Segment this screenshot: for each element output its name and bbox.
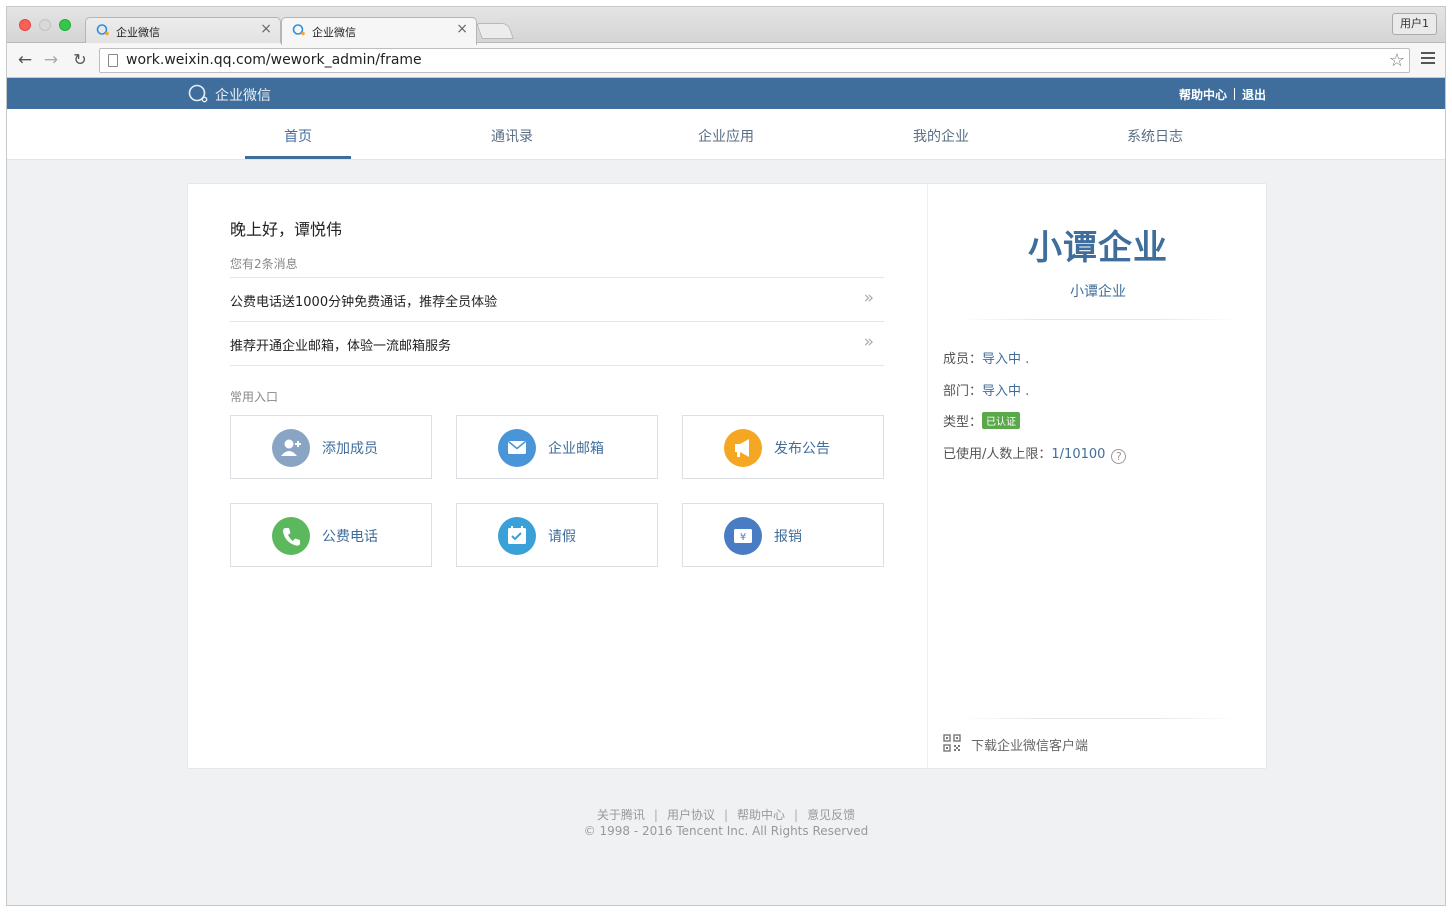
divider [958,718,1238,719]
browser-tab-1[interactable]: 企业微信 × [85,17,281,44]
greeting-text: 晚上好，谭悦伟 [230,220,343,239]
page-icon [108,54,118,67]
mail-icon [498,429,536,467]
calendar-icon [498,517,536,555]
footer-links: 关于腾讯 | 用户协议 | 帮助中心 | 意见反馈 [7,806,1445,823]
company-mail-button[interactable]: 企业邮箱 [456,415,658,479]
tab-system-log[interactable]: 系统日志 [1127,126,1183,146]
tab-close-icon[interactable]: × [456,21,468,37]
url-text[interactable]: work.weixin.qq.com/wework_admin/frame [126,52,422,68]
download-text: 下载企业微信客户端 [971,739,1089,754]
double-chevron-right-icon: » [863,332,874,352]
tab-title: 企业微信 [312,26,356,39]
publish-announcement-button[interactable]: 发布公告 [682,415,884,479]
double-chevron-right-icon: » [863,288,874,308]
close-window-button[interactable] [19,19,31,31]
message-count: 您有2条消息 [230,257,298,271]
tile-label: 公费电话 [322,529,378,545]
bookmark-star-icon[interactable]: ☆ [1389,50,1405,71]
tile-label: 报销 [774,529,802,545]
tab-close-icon[interactable]: × [260,21,272,37]
type-row: 类型： 已认证 [943,411,1021,430]
add-member-icon [272,429,310,467]
wework-favicon-icon [96,24,109,36]
company-name-small: 小谭企业 [1070,284,1126,300]
browser-menu-icon[interactable] [1421,52,1435,66]
tile-label: 发布公告 [774,441,830,457]
maximize-window-button[interactable] [59,19,71,31]
header-links: 帮助中心 退出 [1179,86,1266,103]
message-list: 公费电话送1000分钟免费通话，推荐全员体验 » 推荐开通企业邮箱，体验一流邮箱… [230,277,884,366]
new-tab-button[interactable] [476,23,514,39]
departments-label: 部门： [943,384,983,399]
wework-logo-icon [188,84,208,103]
home-panel: 晚上好，谭悦伟 您有2条消息 公费电话送1000分钟免费通话，推荐全员体验 » … [188,184,927,768]
usage-label: 已使用/人数上限： [943,447,1052,462]
dashboard-card: 晚上好，谭悦伟 您有2条消息 公费电话送1000分钟免费通话，推荐全员体验 » … [187,183,1267,769]
members-row: 成员：导入中 . [943,348,1029,367]
public-phone-button[interactable]: 公费电话 [230,503,432,567]
qr-code-icon [943,734,961,752]
help-center-link[interactable]: 帮助中心 [1179,88,1227,102]
divider [958,319,1238,320]
tab-title: 企业微信 [116,26,160,39]
active-tab-indicator [245,156,351,159]
message-item[interactable]: 推荐开通企业邮箱，体验一流邮箱服务 » [230,322,884,366]
footer-link-agreement[interactable]: 用户协议 [667,808,715,822]
reimbursement-button[interactable]: ¥ 报销 [682,503,884,567]
forward-arrow-icon[interactable]: → [41,50,61,70]
tab-my-company[interactable]: 我的企业 [913,126,969,146]
message-text: 推荐开通企业邮箱，体验一流邮箱服务 [230,339,452,354]
footer-separator: | [794,808,799,822]
tab-apps[interactable]: 企业应用 [698,126,754,146]
yuan-icon: ¥ [724,517,762,555]
departments-row: 部门：导入中 . [943,380,1029,399]
add-member-button[interactable]: 添加成员 [230,415,432,479]
tab-contacts[interactable]: 通讯录 [491,126,533,146]
type-label: 类型： [943,415,983,430]
footer-separator: | [653,808,658,822]
tile-label: 添加成员 [322,441,378,457]
minimize-window-button[interactable] [39,19,51,31]
svg-text:¥: ¥ [740,532,746,543]
browser-window: 企业微信 × 企业微信 × 用户1 ← → ↻ work.weixin.qq.c… [6,6,1446,906]
shortcut-title: 常用入口 [230,390,279,404]
reload-icon[interactable]: ↻ [70,50,90,70]
megaphone-icon [724,429,762,467]
members-value: 导入中 . [982,352,1030,367]
footer-separator: | [723,808,729,822]
verified-badge: 已认证 [982,412,1021,429]
usage-value: 1/10100 [1051,447,1106,462]
browser-tab-2[interactable]: 企业微信 × [281,17,477,45]
main-nav: 首页 通讯录 企业应用 我的企业 系统日志 [7,109,1445,160]
footer-link-about[interactable]: 关于腾讯 [597,808,645,822]
usage-row: 已使用/人数上限：1/10100? [943,443,1127,464]
logout-link[interactable]: 退出 [1242,88,1266,102]
company-panel: 小谭企业 小谭企业 成员：导入中 . 部门：导入中 . 类型： 已认证 已使用/人… [927,184,1268,768]
back-arrow-icon[interactable]: ← [15,50,35,70]
tab-strip: 企业微信 × 企业微信 × 用户1 [7,7,1445,45]
departments-value: 导入中 . [982,384,1030,399]
browser-toolbar: ← → ↻ work.weixin.qq.com/wework_admin/fr… [7,43,1445,78]
logo-text: 企业微信 [215,88,271,104]
copyright-text: © 1998 - 2016 Tencent Inc. All Rights Re… [583,824,869,838]
message-text: 公费电话送1000分钟免费通话，推荐全员体验 [230,295,498,310]
header-separator [1234,88,1236,100]
members-label: 成员： [943,352,983,367]
footer-link-help[interactable]: 帮助中心 [737,808,785,822]
tile-label: 请假 [548,529,576,545]
help-circle-icon[interactable]: ? [1111,449,1127,464]
profile-button[interactable]: 用户1 [1392,13,1437,35]
leave-request-button[interactable]: 请假 [456,503,658,567]
footer-link-feedback[interactable]: 意见反馈 [807,808,855,822]
app-header: 企业微信 帮助中心 退出 [7,78,1445,109]
company-name-large: 小谭企业 [1028,228,1168,268]
tab-home[interactable]: 首页 [284,126,312,146]
tile-label: 企业邮箱 [548,441,604,457]
address-bar[interactable]: work.weixin.qq.com/wework_admin/frame ☆ [99,48,1410,73]
phone-icon [272,517,310,555]
wework-favicon-icon [292,24,305,36]
message-item[interactable]: 公费电话送1000分钟免费通话，推荐全员体验 » [230,278,884,322]
